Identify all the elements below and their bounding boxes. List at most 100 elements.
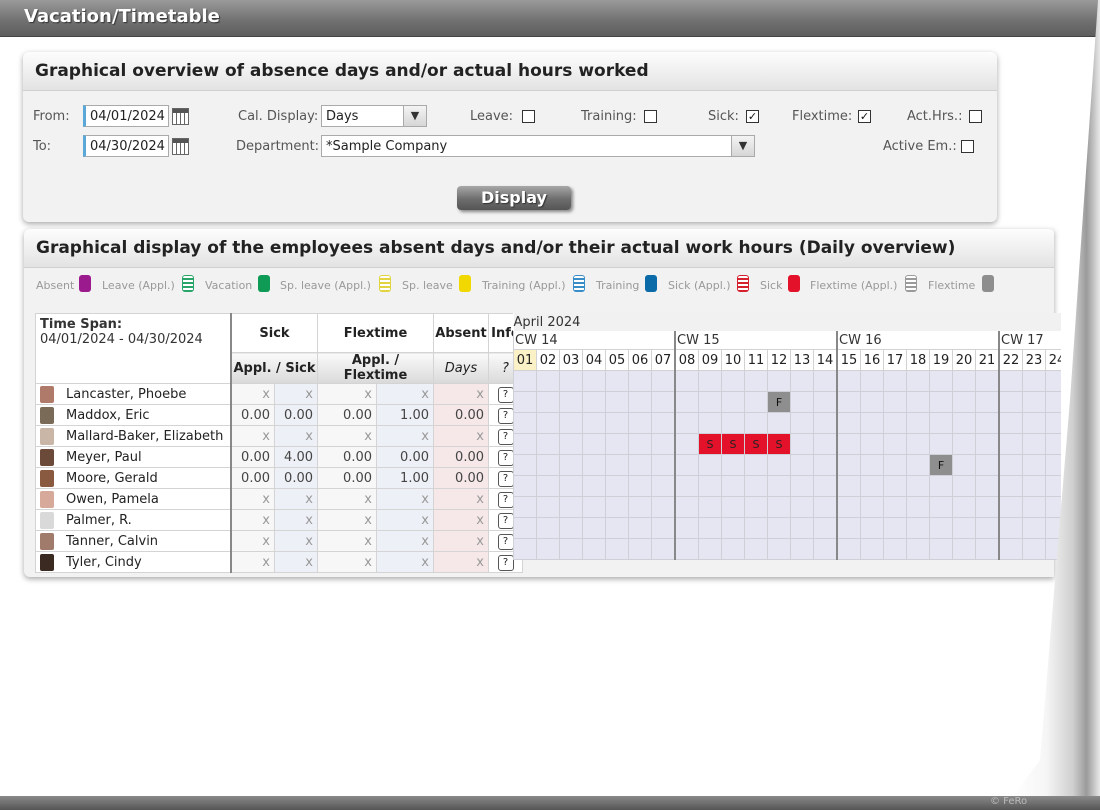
day-cell[interactable] xyxy=(790,454,814,476)
day-cell[interactable] xyxy=(860,475,884,497)
day-cell[interactable] xyxy=(721,454,745,476)
day-cell[interactable] xyxy=(860,412,884,434)
display-button[interactable]: Display xyxy=(457,186,571,210)
day-cell[interactable] xyxy=(813,370,838,392)
day-cell[interactable] xyxy=(605,517,629,539)
from-date-input[interactable]: 04/01/2024 xyxy=(83,105,169,127)
day-cell[interactable] xyxy=(1045,412,1061,434)
active-em-checkbox[interactable] xyxy=(961,140,974,153)
day-cell[interactable] xyxy=(813,496,838,518)
day-cell[interactable] xyxy=(836,370,861,392)
day-cell[interactable] xyxy=(813,517,838,539)
day-cell[interactable] xyxy=(906,391,930,413)
day-cell[interactable] xyxy=(929,538,953,560)
day-cell[interactable] xyxy=(906,517,930,539)
day-cell[interactable] xyxy=(674,517,699,539)
day-cell[interactable] xyxy=(998,391,1023,413)
info-button[interactable]: ? xyxy=(497,470,514,487)
day-cell[interactable] xyxy=(906,538,930,560)
day-cell[interactable] xyxy=(767,517,791,539)
day-cell[interactable] xyxy=(536,412,560,434)
day-cell[interactable] xyxy=(790,391,814,413)
day-cell[interactable] xyxy=(790,370,814,392)
day-cell[interactable] xyxy=(698,391,722,413)
day-cell[interactable] xyxy=(628,412,652,434)
day-cell[interactable] xyxy=(952,433,976,455)
day-cell[interactable] xyxy=(813,391,838,413)
day-cell[interactable] xyxy=(813,538,838,560)
day-cell[interactable] xyxy=(674,475,699,497)
day-cell[interactable] xyxy=(721,412,745,434)
day-cell[interactable] xyxy=(883,475,907,497)
training-checkbox[interactable] xyxy=(644,110,657,123)
day-cell[interactable] xyxy=(952,391,976,413)
info-button[interactable]: ? xyxy=(497,554,514,571)
day-cell[interactable] xyxy=(952,496,976,518)
employee-name-cell[interactable]: Lancaster, Phoebe xyxy=(35,383,232,405)
day-cell[interactable] xyxy=(582,538,606,560)
day-cell[interactable] xyxy=(975,370,1000,392)
day-cell[interactable] xyxy=(698,517,722,539)
flextime-checkbox[interactable]: ✓ xyxy=(858,110,871,123)
flextime-day-cell[interactable]: F xyxy=(767,391,791,413)
employee-name-cell[interactable]: Tyler, Cindy xyxy=(35,551,232,573)
day-cell[interactable] xyxy=(836,517,861,539)
day-cell[interactable] xyxy=(536,370,560,392)
day-cell[interactable] xyxy=(698,370,722,392)
day-cell[interactable] xyxy=(536,517,560,539)
day-cell[interactable] xyxy=(582,517,606,539)
day-cell[interactable] xyxy=(582,454,606,476)
day-cell[interactable] xyxy=(721,517,745,539)
day-cell[interactable] xyxy=(582,391,606,413)
day-cell[interactable] xyxy=(813,412,838,434)
day-cell[interactable] xyxy=(998,370,1023,392)
day-cell[interactable] xyxy=(883,538,907,560)
sick-day-cell[interactable]: S xyxy=(698,433,722,455)
day-cell[interactable] xyxy=(836,391,861,413)
day-cell[interactable] xyxy=(1045,433,1061,455)
day-cell[interactable] xyxy=(813,433,838,455)
day-cell[interactable] xyxy=(929,391,953,413)
day-cell[interactable] xyxy=(883,370,907,392)
sick-day-cell[interactable]: S xyxy=(721,433,745,455)
day-cell[interactable] xyxy=(929,412,953,434)
day-cell[interactable] xyxy=(790,538,814,560)
info-button[interactable]: ? xyxy=(497,512,514,529)
employee-name-cell[interactable]: Moore, Gerald xyxy=(35,467,232,489)
day-cell[interactable] xyxy=(536,391,560,413)
day-cell[interactable] xyxy=(651,370,676,392)
day-cell[interactable] xyxy=(860,517,884,539)
day-cell[interactable] xyxy=(674,538,699,560)
day-cell[interactable] xyxy=(998,412,1023,434)
day-cell[interactable] xyxy=(929,433,953,455)
day-cell[interactable] xyxy=(998,538,1023,560)
day-cell[interactable] xyxy=(536,475,560,497)
day-cell[interactable] xyxy=(651,496,676,518)
day-cell[interactable] xyxy=(721,496,745,518)
day-cell[interactable] xyxy=(698,475,722,497)
day-cell[interactable] xyxy=(721,391,745,413)
day-cell[interactable] xyxy=(582,475,606,497)
day-cell[interactable] xyxy=(767,475,791,497)
day-cell[interactable] xyxy=(906,496,930,518)
flextime-day-cell[interactable]: F xyxy=(929,454,953,476)
day-cell[interactable] xyxy=(744,412,768,434)
day-cell[interactable] xyxy=(952,454,976,476)
day-cell[interactable] xyxy=(813,475,838,497)
day-cell[interactable] xyxy=(559,412,583,434)
day-cell[interactable] xyxy=(628,538,652,560)
day-cell[interactable] xyxy=(998,517,1023,539)
day-cell[interactable] xyxy=(582,412,606,434)
day-cell[interactable] xyxy=(1045,475,1061,497)
day-cell[interactable] xyxy=(559,433,583,455)
day-cell[interactable] xyxy=(513,412,537,434)
day-cell[interactable] xyxy=(975,496,1000,518)
day-cell[interactable] xyxy=(952,538,976,560)
day-cell[interactable] xyxy=(605,370,629,392)
day-cell[interactable] xyxy=(1022,475,1046,497)
day-cell[interactable] xyxy=(513,454,537,476)
employee-name-cell[interactable]: Tanner, Calvin xyxy=(35,530,232,552)
to-date-input[interactable]: 04/30/2024 xyxy=(83,135,169,157)
day-cell[interactable] xyxy=(1022,496,1046,518)
day-cell[interactable] xyxy=(536,433,560,455)
